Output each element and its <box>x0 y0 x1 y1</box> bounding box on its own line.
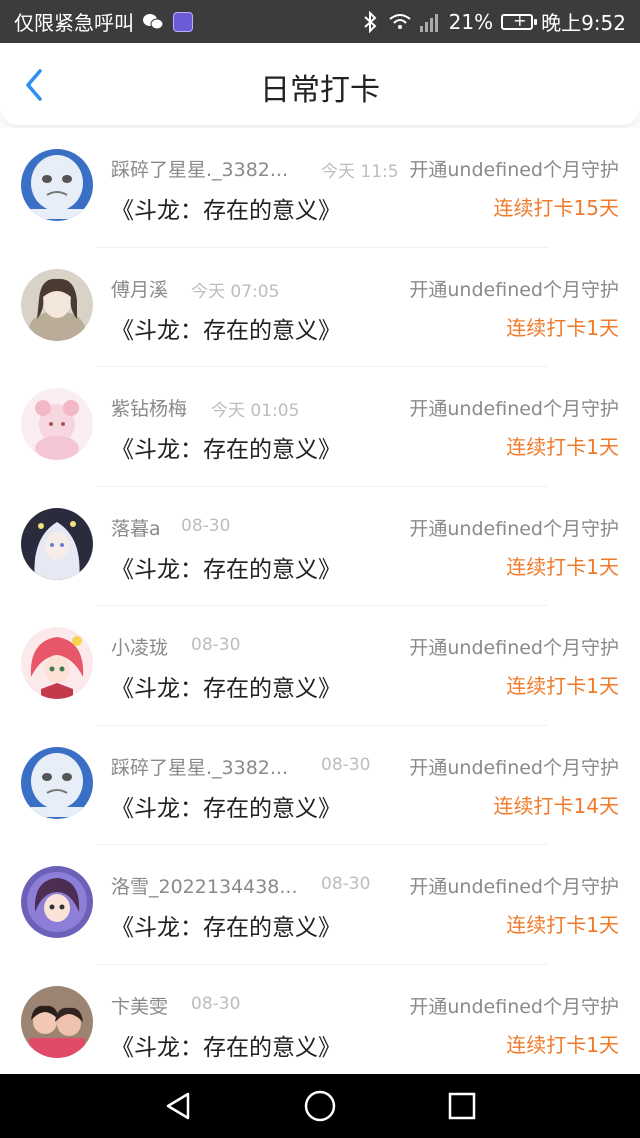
status-right: 21% + 晚上9:52 <box>359 7 626 36</box>
checkin-time: 今天 01:05 <box>211 401 300 421</box>
streak-label: 连续打卡1天 <box>506 554 619 579</box>
avatar[interactable] <box>21 985 93 1058</box>
header: 日常打卡 <box>0 43 640 125</box>
book-title[interactable]: 《斗龙：存在的意义》 <box>111 311 341 345</box>
guard-text: 开通undefined个月守护 <box>409 394 619 421</box>
list-item[interactable]: 落暮a 08-30 开通undefined个月守护 《斗龙：存在的意义》 连续打… <box>0 487 640 607</box>
avatar[interactable] <box>21 866 93 938</box>
streak-label: 连续打卡1天 <box>506 913 619 937</box>
streak-label: 连续打卡14天 <box>493 793 619 818</box>
checkin-time: 今天 11:5 <box>321 162 399 182</box>
checkin-list: 踩碎了星星._3382... 今天 11:5 开通undefined个月守护 《… <box>0 128 640 1074</box>
book-title[interactable]: 《斗龙：存在的意义》 <box>111 191 341 225</box>
book-title[interactable]: 《斗龙：存在的意义》 <box>111 669 341 703</box>
list-item[interactable]: 踩碎了星星._3382... 08-30 开通undefined个月守护 《斗龙… <box>0 726 640 846</box>
music-app-icon <box>172 11 194 33</box>
user-name: 傅月溪 <box>111 278 169 301</box>
carrier-text: 仅限紧急呼叫 <box>14 11 134 35</box>
checkin-time: 08-30 <box>191 993 241 1014</box>
guard-text: 开通undefined个月守护 <box>409 513 619 541</box>
avatar[interactable] <box>21 627 93 699</box>
book-title[interactable]: 《斗龙：存在的意义》 <box>111 908 341 942</box>
user-name: 落暮a <box>111 517 161 540</box>
avatar[interactable] <box>21 388 93 460</box>
signal-icon <box>419 11 441 33</box>
streak-label: 连续打卡1天 <box>506 315 619 340</box>
book-title[interactable]: 《斗龙：存在的意义》 <box>111 789 341 823</box>
checkin-time: 08-30 <box>321 754 371 775</box>
system-nav-bar <box>0 1074 640 1138</box>
guard-text: 开通undefined个月守护 <box>409 633 619 660</box>
user-name: 卞美雯 <box>111 995 169 1018</box>
user-name: 紫钻杨梅 <box>111 398 188 420</box>
list-item[interactable]: 紫钻杨梅 今天 01:05 开通undefined个月守护 《斗龙：存在的意义》… <box>0 367 640 487</box>
guard-text: 开通undefined个月守护 <box>409 991 619 1019</box>
checkin-time: 08-30 <box>321 874 371 894</box>
user-name: 踩碎了星星._3382... <box>111 159 289 181</box>
user-name: 踩碎了星星._3382... <box>111 756 289 779</box>
wechat-icon <box>142 11 164 33</box>
user-name: 洛雪_2022134438... <box>111 876 298 898</box>
battery-percent: 21% <box>448 9 494 34</box>
avatar[interactable] <box>21 268 93 341</box>
streak-label: 连续打卡15天 <box>493 196 619 220</box>
list-item[interactable]: 小凌珑 08-30 开通undefined个月守护 《斗龙：存在的意义》 连续打… <box>0 606 640 726</box>
guard-text: 开通undefined个月守护 <box>409 752 619 780</box>
recents-square-icon[interactable] <box>444 1088 480 1124</box>
streak-label: 连续打卡1天 <box>506 435 619 459</box>
guard-text: 开通undefined个月守护 <box>409 872 619 899</box>
guard-text: 开通undefined个月守护 <box>409 155 619 182</box>
back-triangle-icon[interactable] <box>160 1088 196 1124</box>
status-left: 仅限紧急呼叫 <box>14 7 194 36</box>
book-title[interactable]: 《斗龙：存在的意义》 <box>111 1028 341 1062</box>
list-item[interactable]: 傅月溪 今天 07:05 开通undefined个月守护 《斗龙：存在的意义》 … <box>0 248 640 368</box>
avatar[interactable] <box>21 149 93 221</box>
user-name: 小凌珑 <box>111 637 169 659</box>
streak-label: 连续打卡1天 <box>506 674 619 698</box>
clock: 晚上9:52 <box>541 11 626 35</box>
avatar[interactable] <box>21 746 93 819</box>
list-item[interactable]: 踩碎了星星._3382... 今天 11:5 开通undefined个月守护 《… <box>0 128 640 248</box>
page-title: 日常打卡 <box>260 73 380 108</box>
battery-icon: + <box>501 11 538 30</box>
checkin-time: 08-30 <box>181 515 231 536</box>
guard-text: 开通undefined个月守护 <box>409 274 619 302</box>
home-circle-icon[interactable] <box>302 1088 338 1124</box>
list-item[interactable]: 洛雪_2022134438... 08-30 开通undefined个月守护 《… <box>0 845 640 965</box>
book-title[interactable]: 《斗龙：存在的意义》 <box>111 430 341 464</box>
wifi-icon <box>389 11 411 33</box>
bluetooth-icon <box>359 10 381 33</box>
streak-label: 连续打卡1天 <box>506 1032 619 1057</box>
list-item[interactable]: 卞美雯 08-30 开通undefined个月守护 《斗龙：存在的意义》 连续打… <box>0 965 640 1075</box>
book-title[interactable]: 《斗龙：存在的意义》 <box>111 550 341 584</box>
status-bar: 仅限紧急呼叫 21% + 晚上9:52 <box>0 0 640 43</box>
avatar[interactable] <box>21 507 93 580</box>
checkin-time: 今天 07:05 <box>191 281 280 302</box>
checkin-time: 08-30 <box>191 635 241 655</box>
